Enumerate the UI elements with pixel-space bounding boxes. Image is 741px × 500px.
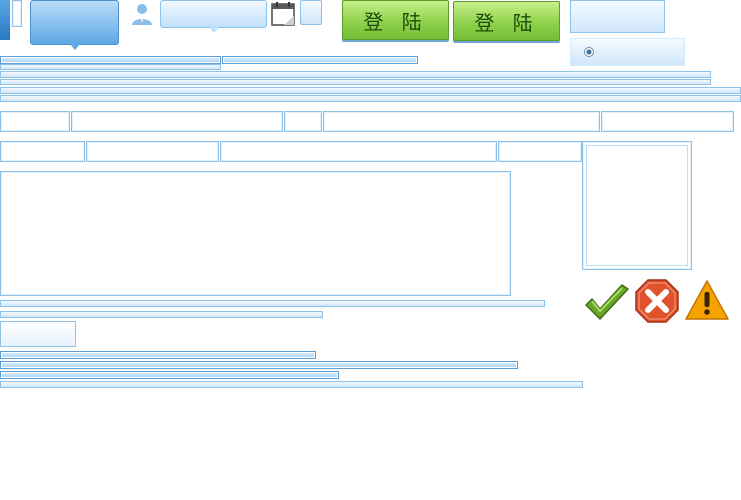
tab-white-piece [12,0,22,27]
strip-a [0,56,221,64]
input-8[interactable] [220,141,497,162]
input-4[interactable] [323,111,600,132]
close-icon [635,279,679,323]
input-7[interactable] [86,141,219,162]
strip-d [0,71,711,78]
small-square-button[interactable] [300,0,322,25]
input-6[interactable] [0,141,85,162]
login-button[interactable]: 登 陆 [342,0,449,40]
check-icon [584,283,630,323]
progress-strip-1 [0,351,316,359]
calendar-icon[interactable] [271,2,295,26]
tab-box[interactable] [0,321,76,347]
strip-i [0,311,323,318]
radio-panel[interactable] [570,38,685,66]
login-button-hover[interactable]: 登 陆 [453,1,560,41]
progress-strip-3 [0,371,339,379]
input-1[interactable] [0,111,70,132]
image-frame [582,141,692,270]
warning-icon [685,279,729,321]
strip-e [0,79,711,85]
progress-strip-4 [0,381,583,388]
radio-button[interactable] [584,47,594,57]
tooltip-bubble-dark [30,0,119,50]
strip-h [0,300,545,307]
tab-left-edge [0,0,10,40]
input-3[interactable] [284,111,322,132]
input-2[interactable] [71,111,283,132]
strip-g [0,95,741,102]
input-5[interactable] [601,111,734,132]
progress-strip-2 [0,361,518,369]
strip-c [0,64,221,70]
input-9[interactable] [498,141,582,162]
header-panel [570,0,665,33]
textarea[interactable] [0,171,511,296]
tooltip-bubble-light[interactable] [160,0,267,33]
strip-f [0,87,741,94]
user-icon [130,2,154,26]
strip-b [222,56,418,64]
